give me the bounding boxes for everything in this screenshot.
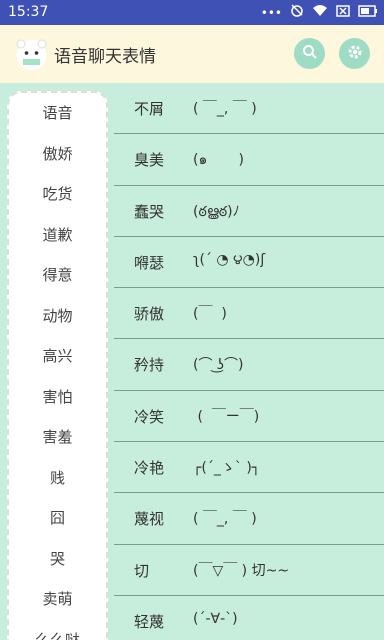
sidebar-item[interactable]: 语音 (9, 93, 106, 134)
emoticon-name: 蠢哭 (134, 202, 165, 221)
list-item[interactable]: 切 (￣▽￣ ) 切~~ (114, 545, 384, 596)
emoticon-name: 嘚瑟 (134, 253, 165, 272)
status-time: 15:37 (8, 4, 49, 20)
emoticon-name: 切 (134, 561, 150, 580)
list-item[interactable]: 蠢哭 (ఠൠఠ)ﾉ (114, 186, 384, 237)
list-item[interactable]: 矜持 (⌒ ͜ʖ⌒) (114, 339, 384, 391)
emoticon-face: ( ￣ー￣) (193, 408, 260, 425)
sim-off-icon (336, 4, 350, 22)
sidebar-item[interactable]: 动物 (9, 296, 106, 337)
notification-dots-icon: ••• (260, 5, 282, 20)
emoticon-name: 矜持 (134, 356, 165, 375)
status-bar: 15:37 ••• (0, 0, 384, 25)
emoticon-list: 不屑 ( ￣_, ￣ ) 臭美 (๑ ) 蠢哭 (ఠൠఠ)ﾉ 嘚瑟 ʅ(´ ◔ ౪◔)ʃ… (114, 83, 384, 640)
wifi-icon (312, 4, 328, 22)
search-icon (302, 44, 318, 64)
list-item[interactable]: 轻蔑 (´-∀-`) (114, 596, 384, 640)
list-item[interactable]: 嘚瑟 ʅ(´ ◔ ౪◔)ʃ (114, 237, 384, 289)
sidebar-item[interactable]: 傲娇 (9, 134, 106, 175)
sidebar-item[interactable]: 害羞 (9, 417, 106, 458)
status-icons: ••• (261, 3, 378, 22)
emoticon-name: 不屑 (134, 100, 165, 118)
emoticon-face: (ఠൠఠ)ﾉ (193, 203, 240, 220)
alarm-off-icon (290, 3, 304, 22)
emoticon-face: ( ￣_, ￣ ) (193, 511, 257, 528)
list-item[interactable]: 不屑 ( ￣_, ￣ ) (114, 83, 384, 135)
emoticon-face: ʅ(´ ◔ ౪◔)ʃ (193, 251, 266, 268)
list-item[interactable]: 冷笑 ( ￣ー￣) (114, 391, 384, 443)
emoticon-name: 骄傲 (134, 305, 165, 324)
emoticon-face: (´-∀-`) (193, 610, 238, 627)
sidebar-item[interactable]: 囧 (9, 498, 106, 539)
emoticon-name: 蔑视 (134, 510, 165, 529)
list-item[interactable]: 骄傲 (￣ ) (114, 288, 384, 340)
emoticon-face: (￣ ) (193, 306, 227, 323)
emoticon-name: 冷艳 (134, 459, 165, 478)
emoticon-face: (￣▽￣ ) 切~~ (193, 562, 290, 579)
list-item[interactable]: 冷艳 ┌(´_ゝ` )┐ (114, 442, 384, 494)
sidebar-item[interactable]: 哭 (9, 539, 106, 580)
gear-icon (346, 43, 364, 65)
emoticon-face: (⌒ ͜ʖ⌒) (193, 357, 244, 374)
emoticon-name: 冷笑 (134, 407, 165, 426)
emoticon-name: 轻蔑 (134, 612, 165, 631)
sidebar-item[interactable]: 得意 (9, 255, 106, 296)
search-button[interactable] (294, 38, 325, 69)
emoticon-face: ( ￣_, ￣ ) (193, 101, 257, 117)
sidebar-item[interactable]: 么么哒 (9, 620, 106, 640)
sidebar-item[interactable]: 害怕 (9, 377, 106, 418)
list-item[interactable]: 臭美 (๑ ) (114, 134, 384, 186)
app-title: 语音聊天表情 (54, 47, 156, 67)
main-content: 语音 傲娇 吃货 道歉 得意 动物 高兴 害怕 害羞 贱 囧 哭 卖萌 么么哒 … (0, 83, 384, 640)
app-bar: 语音聊天表情 (0, 25, 384, 83)
settings-button[interactable] (339, 38, 370, 69)
battery-icon (358, 4, 378, 22)
sidebar-item[interactable]: 吃货 (9, 174, 106, 215)
sidebar-item[interactable]: 道歉 (9, 215, 106, 256)
emoticon-face: (๑ ) (193, 152, 244, 169)
emoticon-name: 臭美 (134, 151, 165, 170)
list-item[interactable]: 蔑视 ( ￣_, ￣ ) (114, 493, 384, 545)
app-logo-icon (15, 38, 48, 71)
category-sidebar[interactable]: 语音 傲娇 吃货 道歉 得意 动物 高兴 害怕 害羞 贱 囧 哭 卖萌 么么哒 (7, 91, 108, 640)
emoticon-face: ┌(´_ゝ` )┐ (193, 460, 261, 477)
sidebar-item[interactable]: 贱 (9, 458, 106, 499)
sidebar-item[interactable]: 卖萌 (9, 579, 106, 620)
sidebar-item[interactable]: 高兴 (9, 336, 106, 377)
